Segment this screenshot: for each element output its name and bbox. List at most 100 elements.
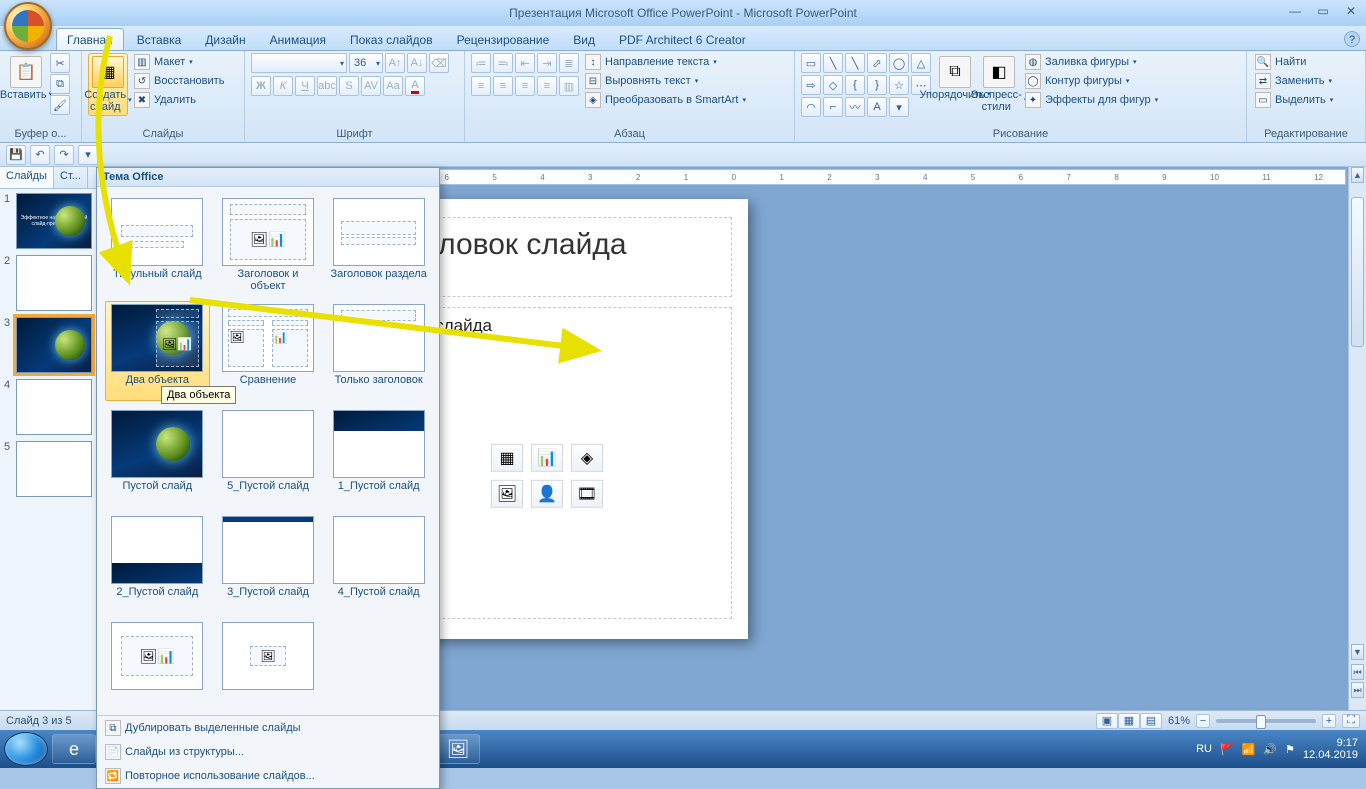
undo-button[interactable]: ↶ — [30, 145, 50, 165]
tab-animation[interactable]: Анимация — [259, 28, 337, 50]
scroll-down-button[interactable]: ▼ — [1351, 644, 1364, 660]
align-left-button[interactable]: ≡ — [471, 76, 491, 96]
tab-slideshow[interactable]: Показ слайдов — [339, 28, 444, 50]
shape-rect-button[interactable]: ▭ — [801, 53, 821, 73]
layout-option-12[interactable]: 🖼📊 — [105, 619, 210, 715]
slides-from-outline-item[interactable]: 📄Слайды из структуры... — [97, 740, 439, 764]
layout-option-5[interactable]: Только заголовок — [326, 301, 431, 401]
replace-button[interactable]: ⇄Заменить▾ — [1253, 72, 1335, 90]
qat-more-button[interactable]: ▾ — [78, 145, 98, 165]
grow-font-button[interactable]: A↑ — [385, 53, 405, 73]
find-button[interactable]: 🔍Найти — [1253, 53, 1335, 71]
case-button[interactable]: Aa — [383, 76, 403, 96]
layout-option-7[interactable]: 5_Пустой слайд — [216, 407, 321, 507]
pane-tab-slides[interactable]: Слайды — [0, 167, 54, 188]
layout-button[interactable]: ▥Макет▾ — [132, 53, 226, 71]
scroll-thumb[interactable] — [1351, 197, 1364, 347]
zoom-out-button[interactable]: − — [1196, 714, 1210, 728]
maximize-button[interactable]: ▭ — [1314, 4, 1332, 18]
view-sorter-button[interactable]: ▦ — [1118, 713, 1140, 729]
font-color-button[interactable]: A — [405, 76, 425, 96]
insert-table-icon[interactable]: ▦ — [491, 444, 523, 472]
minimize-button[interactable]: — — [1286, 4, 1304, 18]
tab-pdf[interactable]: PDF Architect 6 Creator — [608, 28, 757, 50]
tab-view[interactable]: Вид — [562, 28, 606, 50]
font-size-combo[interactable]: 36 — [349, 53, 383, 73]
view-normal-button[interactable]: ▣ — [1096, 713, 1118, 729]
insert-picture-icon[interactable]: 🖼 — [491, 480, 523, 508]
tab-insert[interactable]: Вставка — [126, 28, 193, 50]
shape-fill-button[interactable]: ◍Заливка фигуры▾ — [1023, 53, 1160, 71]
thumbnail-slide-2[interactable]: 2 — [4, 255, 93, 311]
paste-button[interactable]: 📋 Вставить▾ — [6, 53, 46, 104]
justify-button[interactable]: ≡ — [537, 76, 557, 96]
tray-network-icon[interactable]: 📶 — [1242, 743, 1256, 756]
align-center-button[interactable]: ≡ — [493, 76, 513, 96]
font-family-combo[interactable] — [251, 53, 347, 73]
columns-button[interactable]: ▥ — [559, 76, 579, 96]
indent-button[interactable]: ⇥ — [537, 53, 557, 73]
taskbar-pictures[interactable]: 🖼 — [436, 734, 480, 764]
smartart-button[interactable]: ◈Преобразовать в SmartArt▾ — [583, 91, 748, 109]
shape-effects-button[interactable]: ✦Эффекты для фигур▾ — [1023, 91, 1160, 109]
help-button[interactable]: ? — [1344, 31, 1360, 47]
shape-arc-button[interactable]: ◠ — [801, 97, 821, 117]
layout-option-2[interactable]: Заголовок раздела — [326, 195, 431, 295]
cut-button[interactable]: ✂ — [50, 53, 70, 73]
shape-arrow-button[interactable]: ⬀ — [867, 53, 887, 73]
shape-brace-button[interactable]: { — [845, 75, 865, 95]
tab-design[interactable]: Дизайн — [194, 28, 256, 50]
shrink-font-button[interactable]: A↓ — [407, 53, 427, 73]
tray-action-icon[interactable]: ⚑ — [1285, 743, 1295, 756]
insert-chart-icon[interactable]: 📊 — [531, 444, 563, 472]
underline-button[interactable]: Ч — [295, 76, 315, 96]
layout-option-8[interactable]: 1_Пустой слайд — [326, 407, 431, 507]
shape-arr2-button[interactable]: ⇨ — [801, 75, 821, 95]
delete-button[interactable]: ✖Удалить — [132, 91, 226, 109]
bold-button[interactable]: Ж — [251, 76, 271, 96]
insert-media-icon[interactable]: 🎞 — [571, 480, 603, 508]
layout-option-10[interactable]: 3_Пустой слайд — [216, 513, 321, 613]
zoom-in-button[interactable]: + — [1322, 714, 1336, 728]
taskbar-ie[interactable]: e — [52, 734, 96, 764]
layout-option-0[interactable]: Титульный слайд — [105, 195, 210, 295]
shape-line2-button[interactable]: ╲ — [845, 53, 865, 73]
align-text-button[interactable]: ⊟Выровнять текст▾ — [583, 72, 748, 90]
shape-tri-button[interactable]: △ — [911, 53, 931, 73]
layout-option-1[interactable]: 🖼📊Заголовок и объект — [216, 195, 321, 295]
shape-gallery-down[interactable]: ▾ — [889, 97, 909, 117]
thumbnail-slide-1[interactable]: 1Эффектное название вашей слайд-презента… — [4, 193, 93, 249]
reset-button[interactable]: ↺Восстановить — [132, 72, 226, 90]
numbering-button[interactable]: ≕ — [493, 53, 513, 73]
shape-outline-button[interactable]: ◯Контур фигуры▾ — [1023, 72, 1160, 90]
fit-window-button[interactable]: ⛶ — [1342, 714, 1360, 728]
shape-star-button[interactable]: ☆ — [889, 75, 909, 95]
view-slideshow-button[interactable]: ▤ — [1140, 713, 1162, 729]
prev-slide-button[interactable]: ⏮ — [1351, 664, 1364, 680]
thumbnail-slide-5[interactable]: 5 — [4, 441, 93, 497]
shape-conn-button[interactable]: ⌐ — [823, 97, 843, 117]
shadow-button[interactable]: S — [339, 76, 359, 96]
layout-option-13[interactable]: 🖼 — [216, 619, 321, 715]
close-button[interactable]: ✕ — [1342, 4, 1360, 18]
new-slide-button[interactable]: ▦ Создать слайд▾ — [88, 53, 128, 116]
shape-free-button[interactable]: 〰 — [845, 97, 865, 117]
strike-button[interactable]: abc — [317, 76, 337, 96]
clear-format-button[interactable]: ⌫ — [429, 53, 449, 73]
format-painter-button[interactable]: 🖌 — [50, 95, 70, 115]
duplicate-slides-item[interactable]: ⧉Дублировать выделенные слайды — [97, 716, 439, 740]
layout-option-11[interactable]: 4_Пустой слайд — [326, 513, 431, 613]
office-button[interactable] — [4, 2, 52, 50]
zoom-slider[interactable] — [1216, 719, 1316, 723]
bullets-button[interactable]: ≔ — [471, 53, 491, 73]
layout-option-6[interactable]: Пустой слайд — [105, 407, 210, 507]
tray-clock[interactable]: 9:17 12.04.2019 — [1303, 737, 1358, 761]
outdent-button[interactable]: ⇤ — [515, 53, 535, 73]
shape-brace2-button[interactable]: } — [867, 75, 887, 95]
start-button[interactable] — [4, 732, 48, 766]
shape-diam-button[interactable]: ◇ — [823, 75, 843, 95]
thumbnail-slide-3[interactable]: 3 — [4, 317, 93, 373]
copy-button[interactable]: ⧉ — [50, 74, 70, 94]
linespacing-button[interactable]: ≣ — [559, 53, 579, 73]
text-direction-button[interactable]: ↕Направление текста▾ — [583, 53, 748, 71]
